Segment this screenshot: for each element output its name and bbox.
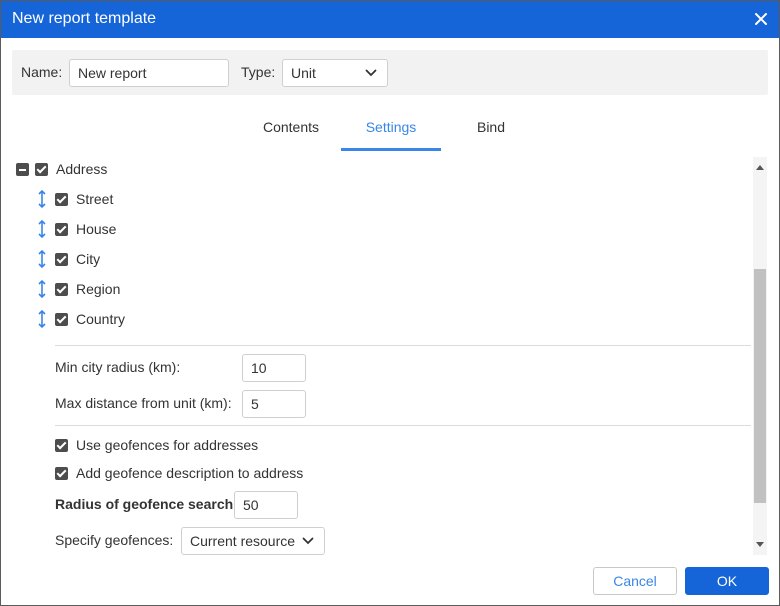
address-group-row: Address [16,159,107,179]
list-item: Region [37,279,120,299]
drag-vertical-icon[interactable] [37,280,47,298]
specify-geofences-select[interactable]: Current resource [181,527,325,555]
drag-vertical-icon[interactable] [37,220,47,238]
divider [55,425,751,426]
tab-bind[interactable]: Bind [441,109,541,151]
country-checkbox[interactable] [55,312,68,326]
specify-geofences-label: Specify geofences: [55,532,174,548]
list-item: Country [37,309,125,329]
close-icon[interactable] [751,9,771,29]
max-distance-label: Max distance from unit (km): [55,395,232,411]
tab-bar: Contents Settings Bind [1,109,779,151]
name-label: Name: [21,64,63,80]
region-label: Region [76,281,121,297]
add-geofence-desc-checkbox[interactable] [55,466,68,480]
type-label: Type: [241,64,276,80]
house-checkbox[interactable] [55,222,68,236]
type-select-value: Unit [291,65,316,81]
city-checkbox[interactable] [55,252,68,266]
list-item: City [37,249,100,269]
min-city-radius-label: Min city radius (km): [55,359,181,375]
list-item: House [37,219,116,239]
name-input[interactable] [69,59,229,87]
list-item: Street [37,189,113,209]
use-geofences-label: Use geofences for addresses [76,437,259,453]
specify-geofences-value: Current resource [190,533,296,549]
report-template-dialog: New report template Name: Type: Unit Con… [0,0,780,606]
vertical-scrollbar[interactable] [753,157,767,555]
scrollbar-thumb[interactable] [754,269,766,503]
template-header: Name: Type: Unit [12,50,768,95]
address-label: Address [56,161,108,177]
scroll-up-icon[interactable] [756,165,764,170]
use-geofences-row: Use geofences for addresses [55,435,258,455]
add-geofence-desc-row: Add geofence description to address [55,463,303,483]
settings-content: Address Street House City Region Country [1,157,779,555]
city-label: City [76,251,101,267]
street-label: Street [76,191,114,207]
drag-vertical-icon[interactable] [37,190,47,208]
dialog-title: New report template [12,10,157,27]
house-label: House [76,221,117,237]
country-label: Country [76,311,126,327]
scroll-down-icon[interactable] [756,542,764,547]
ok-button[interactable]: OK [685,567,769,595]
address-checkbox[interactable] [35,162,48,176]
chevron-down-icon [302,537,314,545]
radius-geofence-input[interactable] [234,491,298,519]
type-select[interactable]: Unit [282,59,388,87]
street-checkbox[interactable] [55,192,68,206]
cancel-button[interactable]: Cancel [593,567,677,595]
drag-vertical-icon[interactable] [37,250,47,268]
collapse-minus-icon[interactable] [16,162,29,176]
divider [55,345,751,346]
region-checkbox[interactable] [55,282,68,296]
add-geofence-desc-label: Add geofence description to address [76,465,304,481]
max-distance-input[interactable] [242,390,306,418]
chevron-down-icon [365,69,377,77]
tab-settings[interactable]: Settings [341,109,441,151]
title-bar: New report template [1,1,779,38]
drag-vertical-icon[interactable] [37,310,47,328]
use-geofences-checkbox[interactable] [55,438,68,452]
tab-contents[interactable]: Contents [241,109,341,151]
min-city-radius-input[interactable] [242,354,306,382]
radius-geofence-label: Radius of geofence search: [55,496,238,512]
